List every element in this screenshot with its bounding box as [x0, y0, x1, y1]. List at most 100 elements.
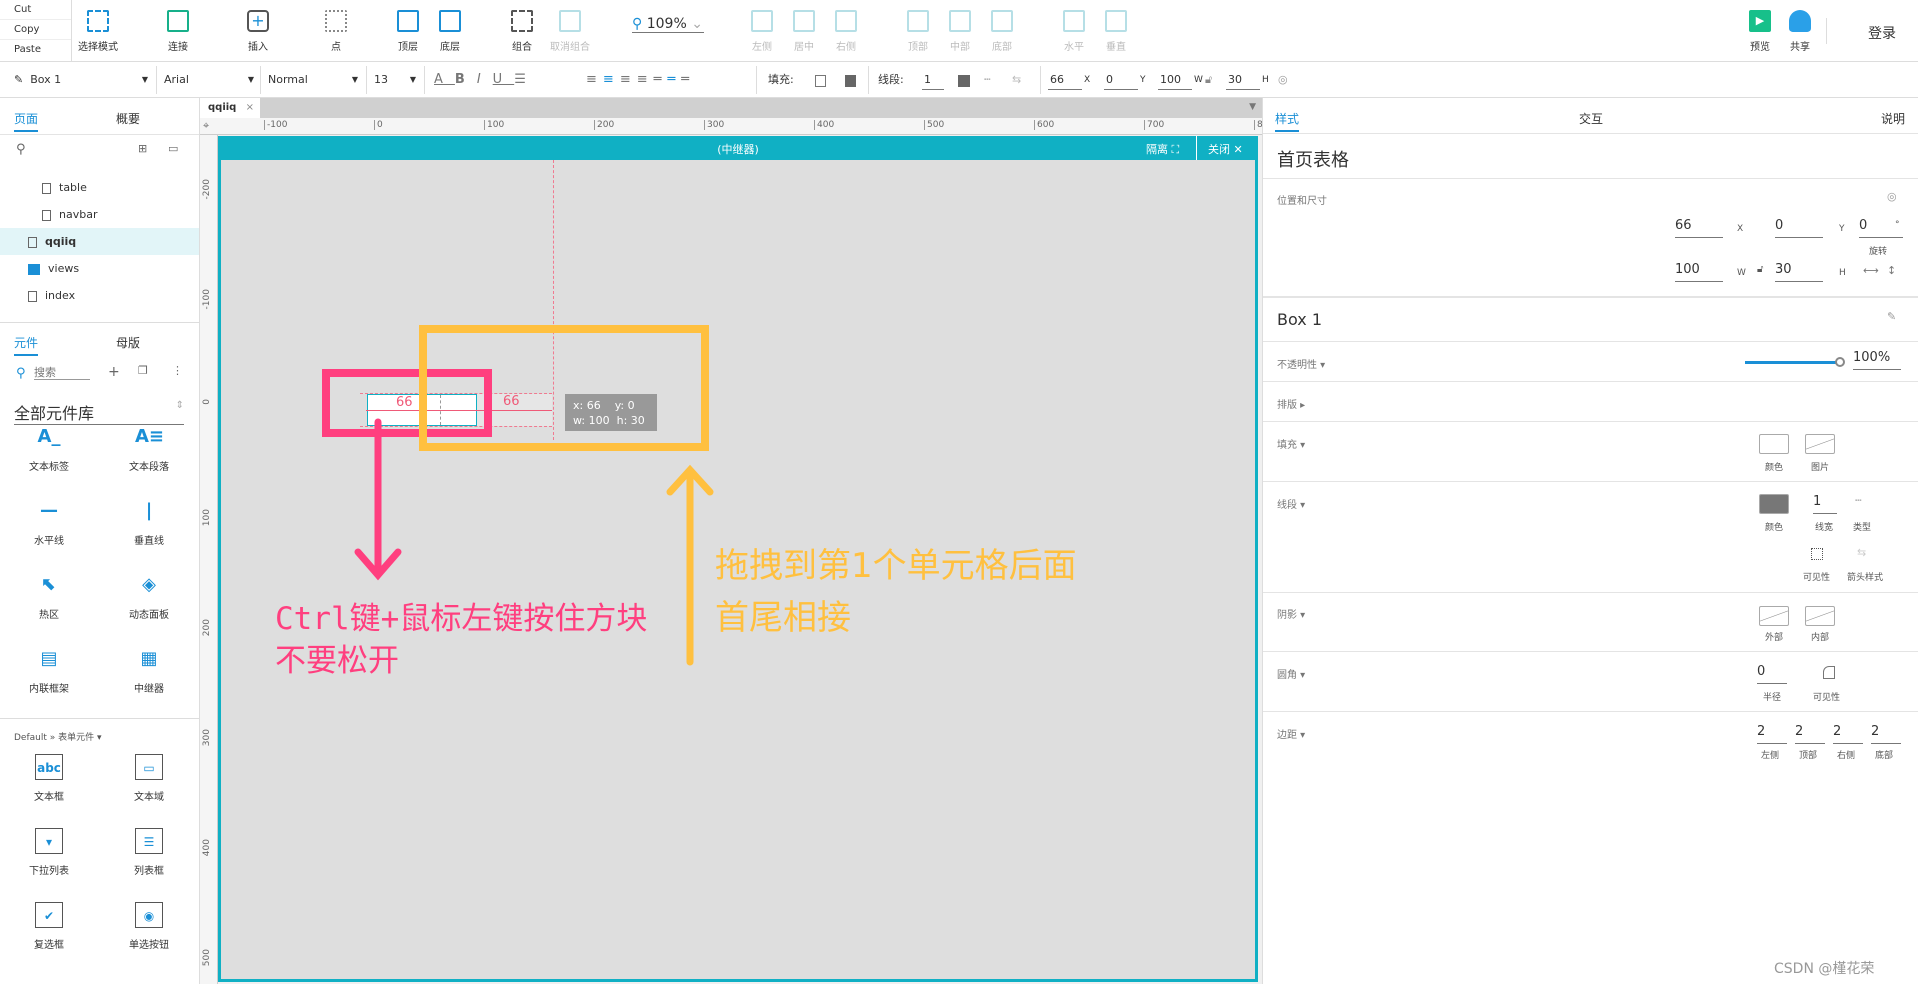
- library-menu-icon[interactable]: ❐: [138, 364, 148, 377]
- edit-style-icon[interactable]: ✎: [1887, 310, 1896, 323]
- fill-label[interactable]: 填充 ▾: [1277, 436, 1305, 451]
- corner-visibility-icon[interactable]: [1823, 666, 1835, 679]
- send-back-button[interactable]: 底层: [422, 10, 478, 53]
- widget-item[interactable]: | 垂直线: [109, 498, 189, 547]
- visibility-icon[interactable]: [1811, 548, 1823, 560]
- line-width-input[interactable]: 1: [1813, 494, 1837, 514]
- close-repeater-button[interactable]: 关闭 ✕: [1208, 141, 1243, 157]
- x-input[interactable]: 66: [1048, 70, 1082, 90]
- add-library-icon[interactable]: +: [108, 364, 120, 380]
- widget-item[interactable]: ▦ 中继器: [109, 646, 189, 695]
- form-widget-item[interactable]: abc 文本框: [9, 754, 89, 803]
- tab-outline[interactable]: 概要: [116, 110, 140, 127]
- fill-color-swatch[interactable]: [1759, 434, 1789, 454]
- tab-menu-icon[interactable]: ▼: [1249, 102, 1256, 112]
- fit-height-icon[interactable]: ↕: [1887, 264, 1896, 277]
- connect-button[interactable]: 连接: [150, 10, 206, 53]
- eye-icon[interactable]: ◎: [1278, 70, 1288, 90]
- form-widget-item[interactable]: ▾ 下拉列表: [9, 828, 89, 877]
- add-page-icon[interactable]: ⊞: [138, 142, 147, 155]
- tab-notes[interactable]: 说明: [1881, 110, 1905, 127]
- ungroup-button[interactable]: 取消组合: [542, 10, 598, 53]
- corner-label[interactable]: 圆角 ▾: [1277, 666, 1305, 681]
- opacity-input[interactable]: 100%: [1853, 350, 1901, 370]
- outer-shadow-swatch[interactable]: [1759, 606, 1789, 626]
- widget-item[interactable]: — 水平线: [9, 498, 89, 547]
- line-style-icon[interactable]: ┄: [984, 70, 991, 90]
- select-mode-button[interactable]: 选择模式: [70, 10, 126, 53]
- add-folder-icon[interactable]: ▭: [168, 142, 178, 155]
- page-item-qqiiq[interactable]: qqiiq: [0, 228, 199, 255]
- weight-select[interactable]: Normal ▼: [268, 70, 358, 90]
- tab-qqiiq[interactable]: qqiiq ×: [200, 98, 260, 118]
- opacity-slider[interactable]: [1745, 357, 1845, 367]
- line-type-icon[interactable]: ┄: [1855, 494, 1862, 507]
- x-input[interactable]: 66: [1675, 218, 1723, 238]
- text-format-buttons[interactable]: ABIU☰: [434, 70, 538, 90]
- align-buttons[interactable]: ≡≡≡≡═══: [586, 70, 695, 90]
- cut-button[interactable]: Cut: [0, 0, 71, 20]
- style-select[interactable]: ✎ Box 1 ▼: [14, 70, 148, 90]
- tab-interactions[interactable]: 交互: [1579, 110, 1603, 127]
- insert-button[interactable]: + 插入: [230, 10, 286, 53]
- opacity-label[interactable]: 不透明性 ▾: [1277, 356, 1325, 371]
- form-widget-item[interactable]: ✔ 复选框: [9, 902, 89, 951]
- section-label[interactable]: Default » 表单元件 ▾: [14, 730, 102, 743]
- align-right-button[interactable]: 右侧: [818, 10, 874, 53]
- distribute-v-button[interactable]: 垂直: [1088, 10, 1144, 53]
- point-button[interactable]: 点: [308, 10, 364, 53]
- zoom-select[interactable]: ⚲ 109% ⌄: [632, 16, 704, 33]
- padding-input[interactable]: 2: [1795, 724, 1825, 744]
- login-button[interactable]: 登录: [1868, 23, 1896, 43]
- shadow-color-button[interactable]: [845, 75, 856, 87]
- tab-widgets[interactable]: 元件: [14, 334, 39, 356]
- arrow-style-icon[interactable]: ⇆: [1012, 70, 1021, 90]
- isolate-button[interactable]: 隔离 ⛶: [1146, 141, 1179, 157]
- widget-item[interactable]: ⬉ 热区: [9, 572, 89, 621]
- widget-name[interactable]: 首页表格: [1277, 146, 1349, 172]
- padding-input[interactable]: 2: [1833, 724, 1863, 744]
- copy-button[interactable]: Copy: [0, 20, 71, 40]
- form-widget-item[interactable]: ☰ 列表框: [109, 828, 189, 877]
- widget-search-input[interactable]: [34, 366, 90, 380]
- widget-item[interactable]: ▤ 内联框架: [9, 646, 89, 695]
- page-item-views[interactable]: views: [0, 255, 199, 282]
- widget-item[interactable]: A≡ 文本段落: [109, 424, 189, 473]
- page-item-navbar[interactable]: navbar: [0, 201, 199, 228]
- form-widget-item[interactable]: ◉ 单选按钮: [109, 902, 189, 951]
- line-label[interactable]: 线段 ▾: [1277, 496, 1305, 511]
- lock-icon[interactable]: 🔓︎: [1757, 264, 1763, 275]
- arrow-style-icon[interactable]: ⇆: [1857, 546, 1866, 559]
- font-size-select[interactable]: 13 ▼: [374, 70, 416, 90]
- w-input[interactable]: 100: [1158, 70, 1192, 90]
- w-input[interactable]: 100: [1675, 262, 1723, 282]
- page-item-index[interactable]: index: [0, 282, 199, 309]
- tab-pages[interactable]: 页面: [14, 110, 39, 132]
- inner-shadow-swatch[interactable]: [1805, 606, 1835, 626]
- line-color-swatch[interactable]: [1759, 494, 1789, 514]
- h-input[interactable]: 30: [1226, 70, 1260, 90]
- widget-item[interactable]: A_ 文本标签: [9, 424, 89, 473]
- padding-input[interactable]: 2: [1871, 724, 1901, 744]
- align-bottom-button[interactable]: 底部: [974, 10, 1030, 53]
- h-input[interactable]: 30: [1775, 262, 1823, 282]
- y-input[interactable]: 0: [1775, 218, 1823, 238]
- library-select[interactable]: 全部元件库 ⇕: [14, 400, 184, 425]
- widget-item[interactable]: ◈ 动态面板: [109, 572, 189, 621]
- tab-style[interactable]: 样式: [1275, 110, 1300, 132]
- tab-masters[interactable]: 母版: [116, 334, 140, 351]
- line-width-input[interactable]: 1: [922, 70, 944, 90]
- more-icon[interactable]: ⋮: [172, 364, 183, 377]
- form-widget-item[interactable]: ▭ 文本域: [109, 754, 189, 803]
- close-icon[interactable]: ×: [246, 98, 254, 118]
- layout-label[interactable]: 排版 ▸: [1277, 396, 1305, 411]
- fill-image-swatch[interactable]: [1805, 434, 1835, 454]
- paste-button[interactable]: Paste: [0, 40, 71, 60]
- slider-handle[interactable]: [1835, 357, 1845, 367]
- padding-input[interactable]: 2: [1757, 724, 1787, 744]
- eye-icon[interactable]: ◎: [1887, 190, 1897, 203]
- fit-width-icon[interactable]: ⟷: [1863, 264, 1879, 277]
- font-select[interactable]: Arial ▼: [164, 70, 254, 90]
- share-button[interactable]: 共享: [1772, 10, 1828, 53]
- page-item-table[interactable]: table: [0, 174, 199, 201]
